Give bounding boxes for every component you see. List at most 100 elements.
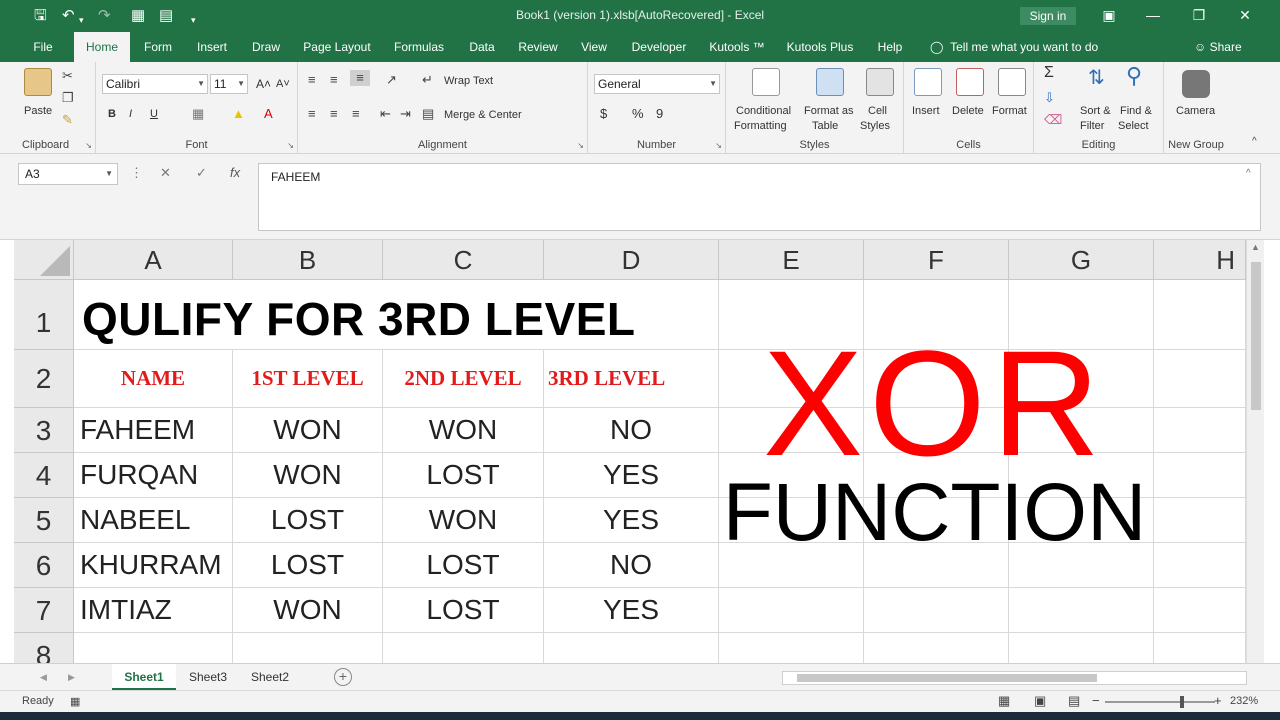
row-header-2[interactable]: 2 bbox=[14, 350, 74, 408]
tab-kutools[interactable]: Kutools ™ bbox=[704, 32, 770, 62]
macro-record-icon[interactable]: ▦ bbox=[70, 694, 80, 710]
data-cell[interactable]: LOST bbox=[383, 543, 544, 588]
header-cell-level2[interactable]: 2ND LEVEL bbox=[383, 350, 544, 408]
tab-file[interactable]: File bbox=[22, 32, 64, 62]
row-header-1[interactable]: 1 bbox=[14, 280, 74, 350]
add-sheet-icon[interactable]: + bbox=[334, 668, 352, 686]
normal-view-icon[interactable]: ▦ bbox=[998, 693, 1010, 709]
delete-cells-icon[interactable] bbox=[956, 68, 984, 96]
align-center-icon[interactable]: ≡ bbox=[330, 106, 338, 122]
data-cell[interactable]: WON bbox=[233, 453, 383, 498]
cell-e7[interactable] bbox=[719, 588, 864, 633]
row-header-3[interactable]: 3 bbox=[14, 408, 74, 453]
cell-g8[interactable] bbox=[1009, 633, 1154, 663]
cell-e8[interactable] bbox=[719, 633, 864, 663]
sort-filter-icon[interactable]: ⇅ bbox=[1088, 68, 1105, 88]
tab-draw[interactable]: Draw bbox=[244, 32, 288, 62]
cancel-icon[interactable]: ✕ bbox=[160, 165, 171, 181]
data-cell[interactable]: FAHEEM bbox=[74, 408, 233, 453]
sort-filter-label-2[interactable]: Filter bbox=[1080, 119, 1104, 133]
column-header-h[interactable]: H bbox=[1154, 240, 1246, 280]
camera-button[interactable]: Camera bbox=[1176, 104, 1215, 118]
data-cell[interactable]: FURQAN bbox=[74, 453, 233, 498]
row-header-4[interactable]: 4 bbox=[14, 453, 74, 498]
sort-filter-label-1[interactable]: Sort & bbox=[1080, 104, 1111, 118]
row-header-7[interactable]: 7 bbox=[14, 588, 74, 633]
tell-me-search[interactable]: ◯ Tell me what you want to do bbox=[930, 32, 1098, 62]
cell-c8[interactable] bbox=[383, 633, 544, 663]
cell-h5[interactable] bbox=[1154, 498, 1246, 543]
formula-input[interactable]: FAHEEM bbox=[258, 163, 1261, 231]
header-cell-level3[interactable]: 3RD LEVEL bbox=[544, 350, 719, 408]
cell-styles-label-2[interactable]: Styles bbox=[860, 119, 890, 133]
comma-button[interactable]: 9 bbox=[656, 107, 663, 121]
bottom-align-icon[interactable]: ≡ bbox=[350, 70, 370, 86]
data-cell[interactable]: NABEEL bbox=[74, 498, 233, 543]
insert-function-icon[interactable]: fx bbox=[230, 165, 240, 180]
cell-h8[interactable] bbox=[1154, 633, 1246, 663]
column-header-d[interactable]: D bbox=[544, 240, 719, 280]
cell-h1[interactable] bbox=[1154, 280, 1246, 350]
enter-icon[interactable]: ✓ bbox=[196, 165, 207, 181]
find-select-label-1[interactable]: Find & bbox=[1120, 104, 1152, 118]
vertical-scroll-thumb[interactable] bbox=[1251, 262, 1261, 410]
borders-icon[interactable]: ▦ bbox=[192, 106, 204, 122]
percent-button[interactable]: % bbox=[632, 107, 644, 121]
row-header-8[interactable]: 8 bbox=[14, 633, 74, 663]
row-header-5[interactable]: 5 bbox=[14, 498, 74, 543]
data-cell[interactable]: KHURRAM bbox=[74, 543, 233, 588]
cell-styles-icon[interactable] bbox=[866, 68, 894, 96]
bold-button[interactable]: B bbox=[108, 107, 116, 121]
merge-center-button[interactable]: Merge & Center bbox=[444, 108, 522, 122]
sheet-tab-sheet1[interactable]: Sheet1 bbox=[112, 664, 176, 690]
data-cell[interactable]: NO bbox=[544, 408, 719, 453]
zoom-slider-knob[interactable] bbox=[1180, 696, 1184, 708]
data-cell[interactable]: WON bbox=[233, 408, 383, 453]
conditional-formatting-label-1[interactable]: Conditional bbox=[736, 104, 791, 118]
zoom-slider-track[interactable] bbox=[1105, 701, 1215, 703]
maximize-icon[interactable]: ❐ bbox=[1184, 4, 1214, 26]
cell-b8[interactable] bbox=[233, 633, 383, 663]
decrease-indent-icon[interactable]: ⇤ bbox=[380, 106, 391, 122]
font-launcher-icon[interactable]: ↘ bbox=[287, 141, 294, 150]
share-button[interactable]: ☺ Share bbox=[1194, 32, 1242, 62]
clear-icon[interactable]: ⌫ bbox=[1044, 112, 1062, 128]
minimize-icon[interactable]: — bbox=[1138, 4, 1168, 26]
vertical-scrollbar[interactable]: ▲ bbox=[1246, 240, 1264, 663]
cell-h3[interactable] bbox=[1154, 408, 1246, 453]
column-header-f[interactable]: F bbox=[864, 240, 1009, 280]
tab-help[interactable]: Help bbox=[870, 32, 910, 62]
cut-icon[interactable]: ✂ bbox=[62, 68, 73, 84]
data-cell[interactable]: YES bbox=[544, 498, 719, 543]
tab-view[interactable]: View bbox=[574, 32, 614, 62]
column-header-e[interactable]: E bbox=[719, 240, 864, 280]
sheet-tab-sheet3[interactable]: Sheet3 bbox=[178, 664, 238, 690]
insert-cells-button[interactable]: Insert bbox=[912, 104, 940, 118]
cell-a8[interactable] bbox=[74, 633, 233, 663]
delete-cells-button[interactable]: Delete bbox=[952, 104, 984, 118]
alignment-launcher-icon[interactable]: ↘ bbox=[577, 141, 584, 150]
data-cell[interactable]: IMTIAZ bbox=[74, 588, 233, 633]
data-cell[interactable]: LOST bbox=[233, 543, 383, 588]
format-as-table-label-2[interactable]: Table bbox=[812, 119, 838, 133]
cell-g7[interactable] bbox=[1009, 588, 1154, 633]
data-cell[interactable]: YES bbox=[544, 453, 719, 498]
find-select-icon[interactable]: ⚲ bbox=[1126, 65, 1142, 87]
cell-f8[interactable] bbox=[864, 633, 1009, 663]
scroll-tabs-left-icon[interactable]: ◀ bbox=[40, 669, 47, 685]
autosum-button[interactable]: Σ bbox=[1044, 65, 1054, 81]
format-painter-icon[interactable]: ✎ bbox=[62, 112, 73, 128]
header-cell-level1[interactable]: 1ST LEVEL bbox=[233, 350, 383, 408]
font-name-combo[interactable]: Calibri ▼ bbox=[102, 74, 208, 94]
tab-developer[interactable]: Developer bbox=[626, 32, 692, 62]
cell-h6[interactable] bbox=[1154, 543, 1246, 588]
copy-icon[interactable]: ❐ bbox=[62, 90, 74, 106]
tab-formulas[interactable]: Formulas bbox=[388, 32, 450, 62]
data-cell[interactable]: LOST bbox=[383, 588, 544, 633]
data-cell[interactable]: YES bbox=[544, 588, 719, 633]
tab-form[interactable]: Form bbox=[136, 32, 180, 62]
tab-data[interactable]: Data bbox=[462, 32, 502, 62]
select-all-button[interactable] bbox=[14, 240, 74, 280]
align-right-icon[interactable]: ≡ bbox=[352, 106, 360, 122]
format-cells-button[interactable]: Format bbox=[992, 104, 1027, 118]
